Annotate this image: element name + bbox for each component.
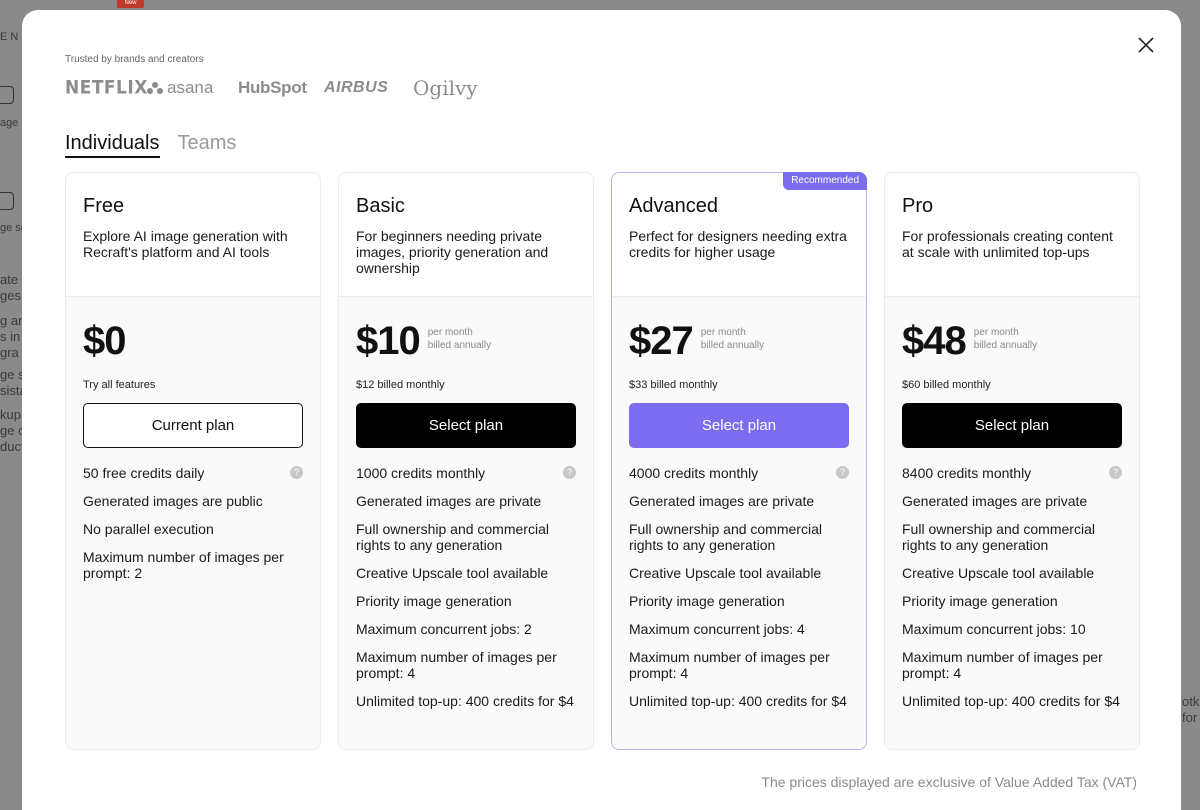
help-icon[interactable]: ? bbox=[290, 466, 303, 479]
feature-item: Maximum concurrent jobs: 2 bbox=[356, 621, 532, 637]
plan-card-pro: Pro For professionals creating content a… bbox=[884, 172, 1140, 750]
ogilvy-logo: Ogilvy bbox=[413, 76, 478, 100]
plan-card-advanced: Recommended Advanced Perfect for designe… bbox=[611, 172, 867, 750]
bg-text: gra bbox=[0, 345, 19, 360]
feature-item: Generated images are private bbox=[629, 493, 815, 509]
feature-item: 8400 credits monthly? bbox=[902, 465, 1122, 481]
plan-price: $48 bbox=[902, 318, 967, 363]
plan-name: Pro bbox=[902, 195, 934, 217]
feature-item: Creative Upscale tool available bbox=[902, 565, 1095, 581]
help-icon[interactable]: ? bbox=[563, 466, 576, 479]
plan-features: 1000 credits monthly? Generated images a… bbox=[339, 448, 593, 709]
tab-teams[interactable]: Teams bbox=[178, 132, 237, 158]
trusted-label: Trusted by brands and creators bbox=[65, 54, 204, 65]
feature-item: Priority image generation bbox=[629, 593, 785, 609]
feature-item: Creative Upscale tool available bbox=[629, 565, 822, 581]
price-note: per month billed annually bbox=[427, 327, 492, 351]
feature-item: Unlimited top-up: 400 credits for $4 bbox=[356, 693, 574, 709]
plan-description: Perfect for designers needing extra cred… bbox=[629, 228, 847, 260]
current-plan-button[interactable]: Current plan bbox=[83, 403, 303, 448]
asana-dots-icon bbox=[147, 82, 163, 94]
feature-item: Creative Upscale tool available bbox=[356, 565, 549, 581]
feature-item: Maximum concurrent jobs: 10 bbox=[902, 621, 1086, 637]
plan-price: $27 bbox=[629, 318, 694, 363]
feature-item: Unlimited top-up: 400 credits for $4 bbox=[629, 693, 847, 709]
plan-features: 50 free credits daily? Generated images … bbox=[66, 448, 320, 581]
plan-name: Basic bbox=[356, 195, 405, 217]
close-icon bbox=[1138, 37, 1154, 53]
select-plan-button[interactable]: Select plan bbox=[902, 403, 1122, 448]
feature-item: 1000 credits monthly? bbox=[356, 465, 576, 481]
plan-name: Advanced bbox=[629, 195, 718, 217]
plan-description: Explore AI image generation with Recraft… bbox=[83, 228, 288, 260]
plan-features: 4000 credits monthly? Generated images a… bbox=[612, 448, 866, 709]
plan-billing-note: $60 billed monthly bbox=[902, 379, 991, 391]
brand-logos: NETFLIX asana HubSpot AIRBUS Ogilvy bbox=[65, 76, 483, 100]
help-icon[interactable]: ? bbox=[1109, 466, 1122, 479]
bg-text: for bbox=[1182, 710, 1198, 725]
bg-text: ge s bbox=[0, 367, 25, 382]
images-icon bbox=[0, 192, 14, 210]
feature-item: Priority image generation bbox=[356, 593, 512, 609]
hubspot-logo: HubSpot bbox=[238, 78, 307, 97]
feature-item: 4000 credits monthly? bbox=[629, 465, 849, 481]
feature-item: Generated images are private bbox=[356, 493, 542, 509]
plan-billing-note: $33 billed monthly bbox=[629, 379, 718, 391]
bg-text: duct bbox=[0, 439, 25, 454]
feature-item: Full ownership and commercial rights to … bbox=[629, 521, 822, 553]
airbus-logo: AIRBUS bbox=[324, 79, 389, 96]
plan-name: Free bbox=[83, 195, 125, 217]
price-note: per month billed annually bbox=[973, 327, 1038, 351]
plan-billing-note: $12 billed monthly bbox=[356, 379, 445, 391]
feature-item: Generated images are public bbox=[83, 493, 263, 509]
feature-item: Priority image generation bbox=[902, 593, 1058, 609]
bg-text: kup bbox=[0, 407, 21, 422]
feature-item: 50 free credits daily? bbox=[83, 465, 303, 481]
plan-billing-note: Try all features bbox=[83, 379, 156, 391]
plan-description: For beginners needing private images, pr… bbox=[356, 228, 549, 276]
plan-cards: Free Explore AI image generation with Re… bbox=[65, 172, 1140, 750]
recommended-badge: Recommended bbox=[783, 172, 867, 190]
new-badge: New bbox=[117, 0, 144, 8]
plan-price: $10 bbox=[356, 318, 421, 363]
feature-item: Maximum number of images per prompt: 2 bbox=[83, 549, 284, 581]
image-icon bbox=[0, 86, 14, 104]
price-note: per month billed annually bbox=[700, 327, 765, 351]
feature-item: Unlimited top-up: 400 credits for $4 bbox=[902, 693, 1120, 709]
pricing-modal: Trusted by brands and creators NETFLIX a… bbox=[22, 10, 1181, 810]
asana-logo: asana bbox=[147, 78, 238, 98]
plan-features: 8400 credits monthly? Generated images a… bbox=[885, 448, 1139, 709]
select-plan-button[interactable]: Select plan bbox=[629, 403, 849, 448]
feature-item: Maximum number of images per prompt: 4 bbox=[902, 649, 1103, 681]
help-icon[interactable]: ? bbox=[836, 466, 849, 479]
feature-item: Generated images are private bbox=[902, 493, 1088, 509]
bg-text: E N bbox=[0, 31, 19, 43]
bg-text: s in bbox=[0, 329, 21, 344]
bg-text: age bbox=[0, 117, 19, 129]
feature-item: Maximum number of images per prompt: 4 bbox=[629, 649, 830, 681]
select-plan-button[interactable]: Select plan bbox=[356, 403, 576, 448]
tab-individuals[interactable]: Individuals bbox=[65, 132, 160, 158]
plan-tabs: Individuals Teams bbox=[65, 132, 236, 158]
feature-item: No parallel execution bbox=[83, 521, 214, 537]
feature-item: Maximum number of images per prompt: 4 bbox=[356, 649, 557, 681]
bg-text: ges bbox=[0, 288, 21, 303]
netflix-logo: NETFLIX bbox=[65, 77, 148, 99]
close-button[interactable] bbox=[1137, 36, 1155, 54]
feature-item: Maximum concurrent jobs: 4 bbox=[629, 621, 805, 637]
vat-note: The prices displayed are exclusive of Va… bbox=[761, 774, 1137, 790]
plan-price: $0 bbox=[83, 318, 126, 363]
plan-card-basic: Basic For beginners needing private imag… bbox=[338, 172, 594, 750]
plan-description: For professionals creating content at sc… bbox=[902, 228, 1113, 260]
bg-text: ge c bbox=[0, 423, 25, 438]
asana-logo-text: asana bbox=[167, 78, 214, 97]
bg-text: otke bbox=[1182, 694, 1200, 709]
feature-item: Full ownership and commercial rights to … bbox=[902, 521, 1095, 553]
feature-item: Full ownership and commercial rights to … bbox=[356, 521, 549, 553]
plan-card-free: Free Explore AI image generation with Re… bbox=[65, 172, 321, 750]
